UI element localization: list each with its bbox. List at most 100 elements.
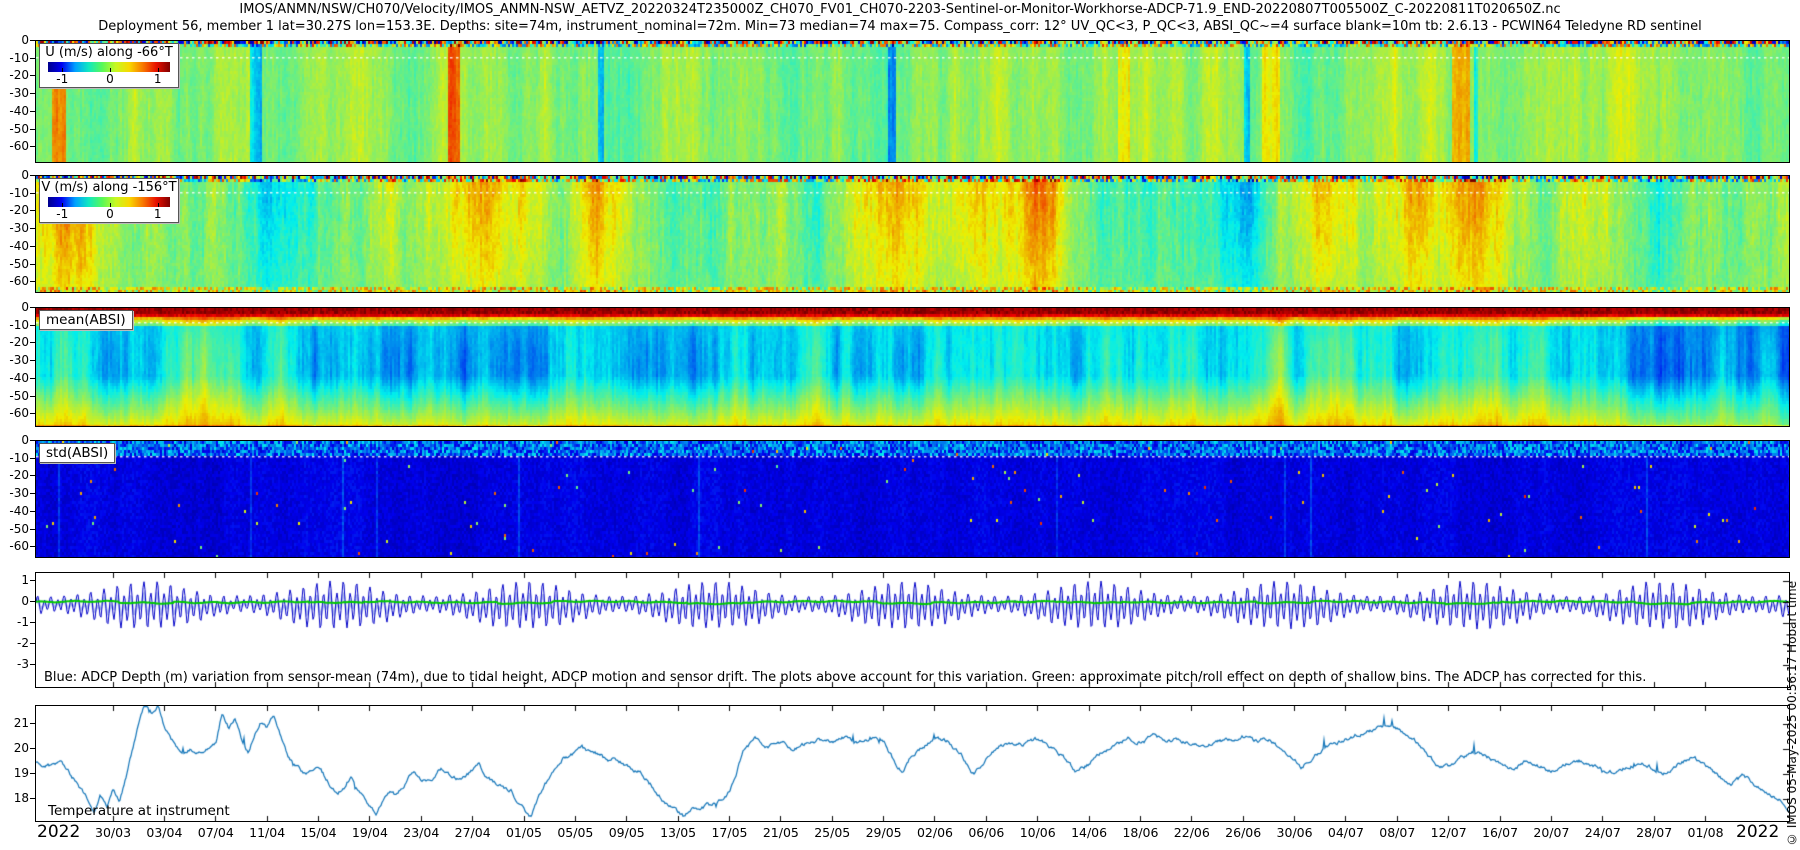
x-axis-date-label: 20/07	[1525, 825, 1577, 840]
y-axis-tick-mark	[30, 529, 35, 530]
y-axis-tick-mark	[30, 622, 35, 623]
y-axis-tick-mark	[30, 440, 35, 441]
colorbar-tick-label: 0	[106, 72, 114, 86]
u-colorbar-gradient	[48, 62, 170, 72]
y-axis-tick-label: -3	[0, 657, 29, 671]
y-axis-tick-mark	[30, 307, 35, 308]
y-axis-tick-mark	[30, 75, 35, 76]
colorbar-tick-label: 1	[154, 72, 162, 86]
y-axis-tick-label: -20	[0, 68, 29, 82]
x-axis-date-label: 19/04	[344, 825, 396, 840]
y-axis-tick-label: 21	[0, 716, 29, 730]
y-axis-tick-label: -20	[0, 468, 29, 482]
y-axis-tick-label: 0	[0, 594, 29, 608]
y-axis-tick-label: -60	[0, 274, 29, 288]
y-axis-tick-mark	[30, 58, 35, 59]
y-axis-tick-mark	[30, 228, 35, 229]
y-axis-tick-mark	[30, 281, 35, 282]
x-axis-date-label: 24/07	[1577, 825, 1629, 840]
x-axis-date-label: 18/06	[1114, 825, 1166, 840]
y-axis-tick-label: -30	[0, 86, 29, 100]
y-axis-tick-mark	[30, 40, 35, 41]
y-axis-tick-label: -50	[0, 522, 29, 536]
x-axis-date-label: 01/05	[498, 825, 550, 840]
u-legend-title: U (m/s) along -66°T	[40, 44, 178, 61]
y-axis-tick-mark	[30, 475, 35, 476]
x-axis-date-label: 07/04	[190, 825, 242, 840]
x-axis-date-label: 26/06	[1217, 825, 1269, 840]
y-axis-tick-mark	[30, 175, 35, 176]
u-velocity-heatmap-canvas	[36, 41, 1789, 162]
y-axis-tick-label: 20	[0, 741, 29, 755]
colorbar-tick-label: 0	[106, 207, 114, 221]
y-axis-tick-mark	[30, 378, 35, 379]
y-axis-tick-label: -1	[0, 615, 29, 629]
x-axis-date-label: 05/05	[549, 825, 601, 840]
colorbar-tick-label: -1	[56, 207, 68, 221]
x-axis-date-label: 06/06	[960, 825, 1012, 840]
y-axis-tick-label: 19	[0, 766, 29, 780]
mean-absi-heatmap-canvas	[36, 308, 1789, 426]
x-axis-date-label: 15/04	[293, 825, 345, 840]
y-axis-tick-label: -60	[0, 539, 29, 553]
y-axis-tick-mark	[30, 643, 35, 644]
y-axis-tick-label: 0	[0, 168, 29, 182]
x-axis-date-label: 28/07	[1628, 825, 1680, 840]
y-axis-tick-mark	[30, 111, 35, 112]
y-axis-tick-label: -20	[0, 203, 29, 217]
panel-depth-variation: Blue: ADCP Depth (m) variation from sens…	[35, 572, 1790, 688]
y-axis-tick-mark	[30, 193, 35, 194]
y-axis-tick-mark	[30, 146, 35, 147]
x-axis-date-label: 27/04	[447, 825, 499, 840]
y-axis-tick-mark	[30, 325, 35, 326]
x-axis-date-label: 16/07	[1474, 825, 1526, 840]
u-colorbar-tick-labels: -1 0 1	[40, 72, 178, 87]
colorbar-tick-label: -1	[56, 72, 68, 86]
y-axis-tick-mark	[30, 773, 35, 774]
y-axis-tick-mark	[30, 493, 35, 494]
std-absi-label: std(ABSI)	[39, 443, 115, 463]
y-axis-tick-label: -50	[0, 257, 29, 271]
y-axis-tick-label: -10	[0, 186, 29, 200]
y-axis-tick-label: -20	[0, 335, 29, 349]
x-axis-date-label: 29/05	[858, 825, 910, 840]
y-axis-tick-label: 0	[0, 300, 29, 314]
depth-variation-note: Blue: ADCP Depth (m) variation from sens…	[44, 670, 1646, 685]
panel-u-velocity-heatmap: U (m/s) along -66°T -1 0 1	[35, 40, 1790, 163]
y-axis-tick-mark	[30, 798, 35, 799]
figure-subtitle-deployment: Deployment 56, member 1 lat=30.27S lon=1…	[40, 19, 1760, 34]
y-axis-tick-mark	[30, 723, 35, 724]
y-axis-tick-label: -40	[0, 104, 29, 118]
y-axis-tick-label: -60	[0, 406, 29, 420]
x-axis-date-label: 10/06	[1012, 825, 1064, 840]
y-axis-tick-label: -30	[0, 221, 29, 235]
panel-std-absi-heatmap: std(ABSI)	[35, 440, 1790, 558]
x-axis-date-label: 23/04	[395, 825, 447, 840]
y-axis-tick-label: -40	[0, 239, 29, 253]
y-axis-tick-label: -10	[0, 318, 29, 332]
x-axis-date-label: 13/05	[652, 825, 704, 840]
y-axis-tick-mark	[30, 210, 35, 211]
x-axis-date-label: 25/05	[806, 825, 858, 840]
y-axis-tick-mark	[30, 93, 35, 94]
x-axis-date-label: 22/06	[1166, 825, 1218, 840]
x-axis-date-label: 30/03	[87, 825, 139, 840]
y-axis-tick-label: -40	[0, 504, 29, 518]
temperature-canvas	[36, 706, 1789, 821]
mean-absi-label: mean(ABSI)	[39, 310, 133, 330]
y-axis-tick-label: -60	[0, 139, 29, 153]
panel-v-velocity-heatmap: V (m/s) along -156°T -101	[35, 175, 1790, 293]
y-axis-tick-label: -40	[0, 371, 29, 385]
x-axis-date-label: 09/05	[601, 825, 653, 840]
x-axis-date-label: 14/06	[1063, 825, 1115, 840]
y-axis-tick-mark	[30, 458, 35, 459]
y-axis-tick-label: 0	[0, 433, 29, 447]
x-axis-date-label: 21/05	[755, 825, 807, 840]
y-axis-tick-mark	[30, 664, 35, 665]
y-axis-tick-label: -30	[0, 486, 29, 500]
colorbar-tick-label: 1	[154, 207, 162, 221]
x-axis-date-label: 30/06	[1269, 825, 1321, 840]
y-axis-tick-label: -50	[0, 389, 29, 403]
y-axis-tick-mark	[30, 511, 35, 512]
x-axis-date-label: 03/04	[138, 825, 190, 840]
